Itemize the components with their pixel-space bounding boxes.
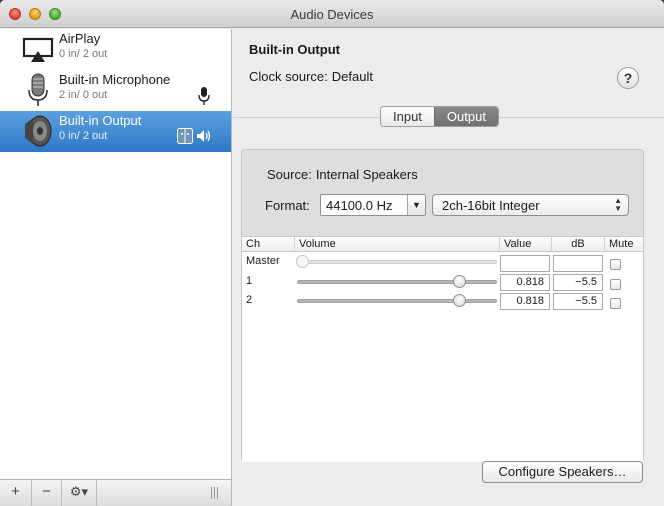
- channel-volume-table: Ch Volume Value dB Mute Master 1 0.818 −…: [242, 236, 643, 462]
- remove-device-button[interactable]: −: [32, 480, 62, 506]
- device-io: 0 in/ 2 out: [59, 48, 108, 60]
- value-field-ch1[interactable]: 0.818: [500, 274, 550, 291]
- channel-label: 1: [246, 275, 253, 287]
- device-io: 2 in/ 0 out: [59, 89, 108, 101]
- device-detail-pane: Built-in Output Clock source: Default ? I…: [233, 29, 664, 506]
- audio-devices-window: Audio Devices AirPlay 0 in/ 2 out Built-…: [0, 0, 664, 506]
- mute-checkbox-ch2[interactable]: [610, 298, 621, 309]
- input-output-tabs: Input Output: [380, 106, 499, 127]
- source-label: Source:: [267, 167, 312, 182]
- resize-grip-icon[interactable]: [211, 487, 219, 499]
- gear-menu-button[interactable]: ⚙▾: [62, 480, 97, 506]
- mute-checkbox-ch1[interactable]: [610, 279, 621, 290]
- system-output-finder-icon: [177, 128, 193, 144]
- clock-source-label: Clock source:: [249, 69, 328, 84]
- db-field-ch2[interactable]: −5.5: [553, 293, 603, 310]
- channel-label: 2: [246, 294, 253, 306]
- default-output-speaker-icon: [197, 130, 211, 142]
- updown-arrows-icon: ▲ ▼: [614, 196, 622, 213]
- device-name: Built-in Microphone: [59, 72, 171, 87]
- configure-speakers-button[interactable]: Configure Speakers…: [482, 461, 643, 483]
- format-label: Format:: [265, 198, 310, 213]
- title-bar: Audio Devices: [0, 0, 664, 28]
- speaker-icon: [25, 115, 52, 147]
- device-item-airplay[interactable]: AirPlay 0 in/ 2 out: [0, 29, 231, 70]
- clock-source-value: Default: [331, 69, 373, 84]
- help-button[interactable]: ?: [617, 67, 639, 89]
- slider-knob[interactable]: [453, 275, 466, 288]
- slider-knob[interactable]: [453, 294, 466, 307]
- output-settings-panel: Source: Internal Speakers Format: 44100.0…: [241, 149, 644, 462]
- device-title: Built-in Output: [249, 42, 340, 57]
- db-field-ch1[interactable]: −5.5: [553, 274, 603, 291]
- column-header-ch[interactable]: Ch: [242, 237, 295, 252]
- tab-input[interactable]: Input: [381, 107, 434, 126]
- device-item-built-in-output[interactable]: Built-in Output 0 in/ 2 out: [0, 111, 231, 152]
- column-header-value[interactable]: Value: [500, 237, 552, 252]
- device-name: AirPlay: [59, 31, 101, 46]
- format-popup[interactable]: 2ch-16bit Integer ▲ ▼: [432, 194, 629, 216]
- device-name: Built-in Output: [59, 113, 142, 128]
- column-header-db[interactable]: dB: [552, 237, 605, 252]
- db-field-master[interactable]: [553, 255, 603, 272]
- value-field-master[interactable]: [500, 255, 550, 272]
- chevron-down-icon[interactable]: ▼: [407, 195, 425, 215]
- column-header-mute[interactable]: Mute: [605, 237, 643, 252]
- column-header-volume[interactable]: Volume: [295, 237, 500, 252]
- format-value: 2ch-16bit Integer: [442, 198, 540, 213]
- sample-rate-combo[interactable]: 44100.0 Hz ▼: [320, 194, 426, 216]
- microphone-icon: [28, 73, 48, 106]
- slider-knob[interactable]: [296, 255, 309, 268]
- channel-label: Master: [246, 255, 280, 267]
- device-io: 0 in/ 2 out: [59, 130, 108, 142]
- source-value: Internal Speakers: [315, 167, 418, 182]
- volume-slider-master[interactable]: [296, 255, 497, 268]
- mute-checkbox-master[interactable]: [610, 259, 621, 270]
- default-input-mic-icon: [198, 87, 210, 105]
- tab-output[interactable]: Output: [433, 107, 498, 126]
- sample-rate-value: 44100.0 Hz: [326, 198, 393, 213]
- clock-source: Clock source: Default: [249, 69, 373, 84]
- volume-slider-ch2[interactable]: [297, 294, 497, 307]
- airplay-icon: [22, 37, 54, 62]
- window-title: Audio Devices: [290, 7, 374, 22]
- device-list: AirPlay 0 in/ 2 out Built-in Microphone …: [0, 29, 232, 479]
- value-field-ch2[interactable]: 0.818: [500, 293, 550, 310]
- volume-slider-ch1[interactable]: [297, 275, 497, 288]
- device-list-toolbar: + − ⚙▾: [0, 479, 232, 506]
- add-device-button[interactable]: +: [0, 480, 32, 506]
- device-item-built-in-microphone[interactable]: Built-in Microphone 2 in/ 0 out: [0, 70, 231, 111]
- source-row: Source: Internal Speakers: [267, 167, 418, 182]
